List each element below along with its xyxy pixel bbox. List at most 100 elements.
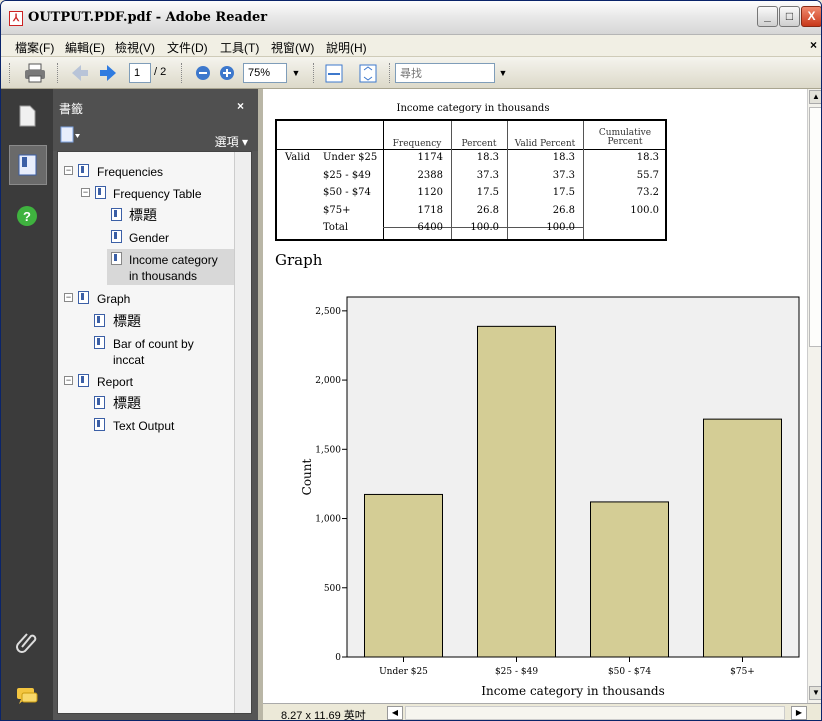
zoom-in-icon[interactable] — [217, 62, 237, 84]
bookmarks-tab[interactable] — [9, 145, 47, 185]
table-cell: Total — [323, 222, 349, 233]
table-cell: Under $25 — [323, 152, 378, 163]
pdf-icon: ⅄ — [9, 11, 23, 26]
zoom-out-icon[interactable] — [193, 62, 213, 84]
previous-page-icon[interactable] — [69, 62, 91, 84]
table-cell: 55.7 — [636, 169, 659, 181]
bookmark-icon — [111, 230, 122, 243]
table-divider — [583, 121, 584, 239]
bookmark-icon — [94, 336, 105, 349]
y-tick-label: 2,500 — [315, 307, 341, 317]
scroll-up-icon[interactable]: ▲ — [809, 90, 821, 104]
search-dropdown-icon[interactable]: ▼ — [496, 63, 510, 83]
table-title: Income category in thousands — [396, 103, 550, 114]
y-tick-label: 0 — [335, 653, 341, 663]
comments-icon[interactable] — [14, 683, 40, 709]
bookmark-icon — [94, 418, 105, 431]
table-divider — [383, 121, 384, 239]
menu-document[interactable]: 文件(D) — [167, 39, 208, 56]
doc-close-icon[interactable]: × — [810, 38, 817, 52]
col-header: Valid Percent — [514, 139, 576, 149]
close-button[interactable]: X — [801, 6, 821, 27]
bookmark-options-icon[interactable] — [59, 125, 83, 145]
bar — [590, 501, 669, 658]
page-total: / 2 — [154, 66, 167, 78]
collapse-icon[interactable]: − — [81, 188, 90, 197]
tree-scrollbar[interactable] — [234, 152, 251, 713]
attachment-icon[interactable] — [14, 629, 40, 655]
table-divider — [507, 121, 508, 239]
x-tick-label: $25 - $49 — [495, 667, 538, 677]
help-icon[interactable]: ? — [14, 203, 40, 229]
toolbar-grip[interactable] — [9, 63, 12, 83]
page-number-input[interactable]: 1 — [129, 63, 151, 83]
bookmark-graph[interactable]: Graph — [97, 292, 130, 307]
bookmark-text-output[interactable]: Text Output — [113, 419, 174, 434]
collapse-icon[interactable]: − — [64, 166, 73, 175]
scroll-down-icon[interactable]: ▼ — [809, 686, 821, 700]
status-bar: 8.27 x 11.69 英吋 ◀ ▶ — [263, 703, 821, 721]
bookmark-income-category-line2[interactable]: in thousands — [129, 269, 197, 284]
table-cell: $50 - $74 — [323, 187, 371, 198]
table-cell: 18.3 — [636, 152, 659, 163]
bar — [703, 418, 782, 658]
table-cell: 1120 — [417, 187, 443, 198]
table-divider — [451, 121, 452, 239]
bookmark-income-category[interactable]: Income category — [129, 253, 218, 268]
bookmark-bar-count-line2[interactable]: inccat — [113, 353, 144, 368]
toolbar-separator — [389, 63, 392, 83]
scroll-thumb[interactable] — [809, 107, 821, 347]
toolbar-separator — [181, 63, 184, 83]
bookmark-title-3[interactable]: 標題 — [113, 396, 141, 411]
fit-width-icon[interactable] — [323, 62, 345, 84]
table-cell: $75+ — [323, 204, 351, 216]
bookmark-icon — [78, 164, 89, 177]
panel-close-icon[interactable]: × — [237, 99, 244, 113]
toolbar: 1 / 2 75% ▼ ▼ — [1, 57, 821, 89]
bookmark-icon — [95, 186, 106, 199]
collapse-icon[interactable]: − — [64, 293, 73, 302]
search-input[interactable] — [395, 63, 495, 83]
page-size-label: 8.27 x 11.69 英吋 — [281, 710, 366, 721]
bookmark-icon — [78, 291, 89, 304]
menu-help[interactable]: 說明(H) — [326, 39, 367, 56]
minimize-button[interactable]: _ — [757, 6, 778, 27]
bookmark-title-1[interactable]: 標題 — [129, 208, 157, 223]
menu-view[interactable]: 檢視(V) — [115, 39, 155, 56]
toolbar-separator — [57, 63, 60, 83]
menu-tools[interactable]: 工具(T) — [220, 39, 259, 56]
fit-page-icon[interactable] — [357, 62, 379, 84]
menu-edit[interactable]: 編輯(E) — [65, 39, 105, 56]
collapse-icon[interactable]: − — [64, 376, 73, 385]
table-cell: 1718 — [417, 204, 443, 216]
bookmark-frequency-table[interactable]: Frequency Table — [113, 187, 202, 202]
title-bar: ⅄ OUTPUT.PDF.pdf - Adobe Reader _ □ X — [1, 1, 821, 35]
print-icon[interactable] — [23, 62, 47, 84]
menu-file[interactable]: 檔案(F) — [15, 39, 54, 56]
bookmarks-panel: 書籤 × 選項 ▾ − Frequencies − Frequency Tabl… — [53, 89, 258, 720]
menu-window[interactable]: 視窗(W) — [271, 39, 314, 56]
vertical-scrollbar[interactable]: ▲ ▼ — [807, 89, 821, 703]
bookmark-gender[interactable]: Gender — [129, 231, 169, 246]
y-tick-label: 500 — [324, 584, 341, 594]
next-page-icon[interactable] — [97, 62, 119, 84]
panel-title: 書籤 — [59, 102, 84, 116]
horizontal-scrollbar[interactable] — [405, 706, 785, 720]
options-menu[interactable]: 選項 ▾ — [215, 133, 248, 150]
bookmark-report[interactable]: Report — [97, 375, 133, 390]
y-tick-label: 1,000 — [315, 515, 341, 525]
y-tick-label: 2,000 — [315, 376, 341, 386]
bookmark-title-2[interactable]: 標題 — [113, 314, 141, 329]
maximize-button[interactable]: □ — [779, 6, 800, 27]
scroll-right-icon[interactable]: ▶ — [791, 706, 807, 720]
bookmark-frequencies[interactable]: Frequencies — [97, 165, 163, 180]
toolbar-separator — [313, 63, 316, 83]
table-cell: 37.3 — [552, 169, 575, 181]
pages-icon[interactable] — [14, 103, 40, 129]
table-cell: 18.3 — [552, 152, 575, 163]
col-header: Frequency — [392, 139, 442, 149]
zoom-dropdown-icon[interactable]: ▼ — [289, 63, 303, 83]
scroll-left-icon[interactable]: ◀ — [387, 706, 403, 720]
zoom-level-input[interactable]: 75% — [243, 63, 287, 83]
bookmark-bar-count[interactable]: Bar of count by — [113, 337, 194, 352]
